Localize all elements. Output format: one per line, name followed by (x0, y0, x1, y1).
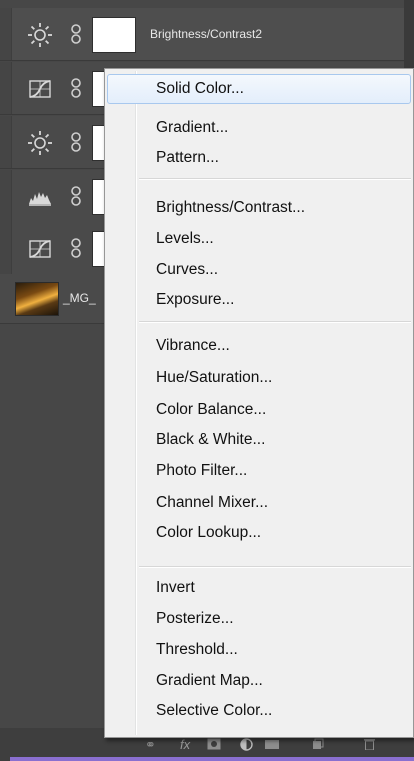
add-mask-icon[interactable] (207, 738, 221, 750)
menu-item-vibrance[interactable]: Vibrance... (107, 331, 411, 361)
menu-item-selective-color[interactable]: Selective Color... (107, 696, 411, 726)
menu-item-curves[interactable]: Curves... (107, 255, 411, 285)
new-fill-adjustment-menu: Solid Color... Gradient... Pattern... Br… (104, 68, 414, 738)
chain-link-icon[interactable] (70, 185, 82, 207)
menu-item-invert[interactable]: Invert (107, 573, 411, 603)
menu-item-pattern[interactable]: Pattern... (107, 143, 411, 173)
layer-row[interactable]: Brightness/Contrast2 (0, 8, 404, 61)
layer-mask-thumbnail[interactable] (92, 17, 136, 53)
menu-separator (139, 178, 411, 180)
levels-icon (29, 192, 51, 206)
layer-name[interactable]: Brightness/Contrast2 (150, 27, 262, 41)
menu-separator (139, 321, 411, 323)
menu-item-brightness-contrast[interactable]: Brightness/Contrast... (107, 193, 411, 223)
new-group-icon[interactable] (265, 739, 279, 749)
menu-item-exposure[interactable]: Exposure... (107, 285, 411, 315)
fx-icon[interactable]: fx (180, 737, 190, 752)
new-adjustment-icon[interactable] (240, 738, 253, 751)
menu-item-levels[interactable]: Levels... (107, 224, 411, 254)
menu-item-black-white[interactable]: Black & White... (107, 425, 411, 455)
menu-item-color-lookup[interactable]: Color Lookup... (107, 518, 411, 548)
menu-item-hue-saturation[interactable]: Hue/Saturation... (107, 363, 411, 393)
curves-icon (29, 80, 51, 98)
chain-link-icon[interactable] (70, 237, 82, 259)
curves-icon (29, 240, 51, 258)
menu-item-posterize[interactable]: Posterize... (107, 604, 411, 634)
chain-link-icon[interactable] (70, 23, 82, 45)
menu-item-threshold[interactable]: Threshold... (107, 635, 411, 665)
brightness-icon (28, 23, 52, 47)
visibility-column[interactable] (0, 170, 12, 222)
new-layer-icon[interactable] (312, 738, 324, 750)
menu-item-solid-color[interactable]: Solid Color... (107, 74, 411, 104)
menu-item-gradient-map[interactable]: Gradient Map... (107, 666, 411, 696)
visibility-column[interactable] (0, 116, 12, 168)
chain-link-icon[interactable] (70, 77, 82, 99)
menu-item-photo-filter[interactable]: Photo Filter... (107, 456, 411, 486)
menu-item-channel-mixer[interactable]: Channel Mixer... (107, 488, 411, 518)
menu-item-color-balance[interactable]: Color Balance... (107, 395, 411, 425)
link-icon[interactable]: ⚭ (145, 737, 156, 753)
photo-layer-thumbnail[interactable] (15, 282, 59, 316)
menu-separator (139, 566, 411, 568)
delete-icon[interactable] (364, 738, 375, 750)
visibility-column[interactable] (0, 222, 12, 274)
visibility-column[interactable] (0, 62, 12, 114)
visibility-column[interactable] (0, 8, 12, 60)
layer-name[interactable]: _MG_ (63, 291, 96, 305)
brightness-icon (28, 131, 52, 155)
menu-item-gradient[interactable]: Gradient... (107, 113, 411, 143)
window-edge (10, 757, 414, 761)
chain-link-icon[interactable] (70, 131, 82, 153)
